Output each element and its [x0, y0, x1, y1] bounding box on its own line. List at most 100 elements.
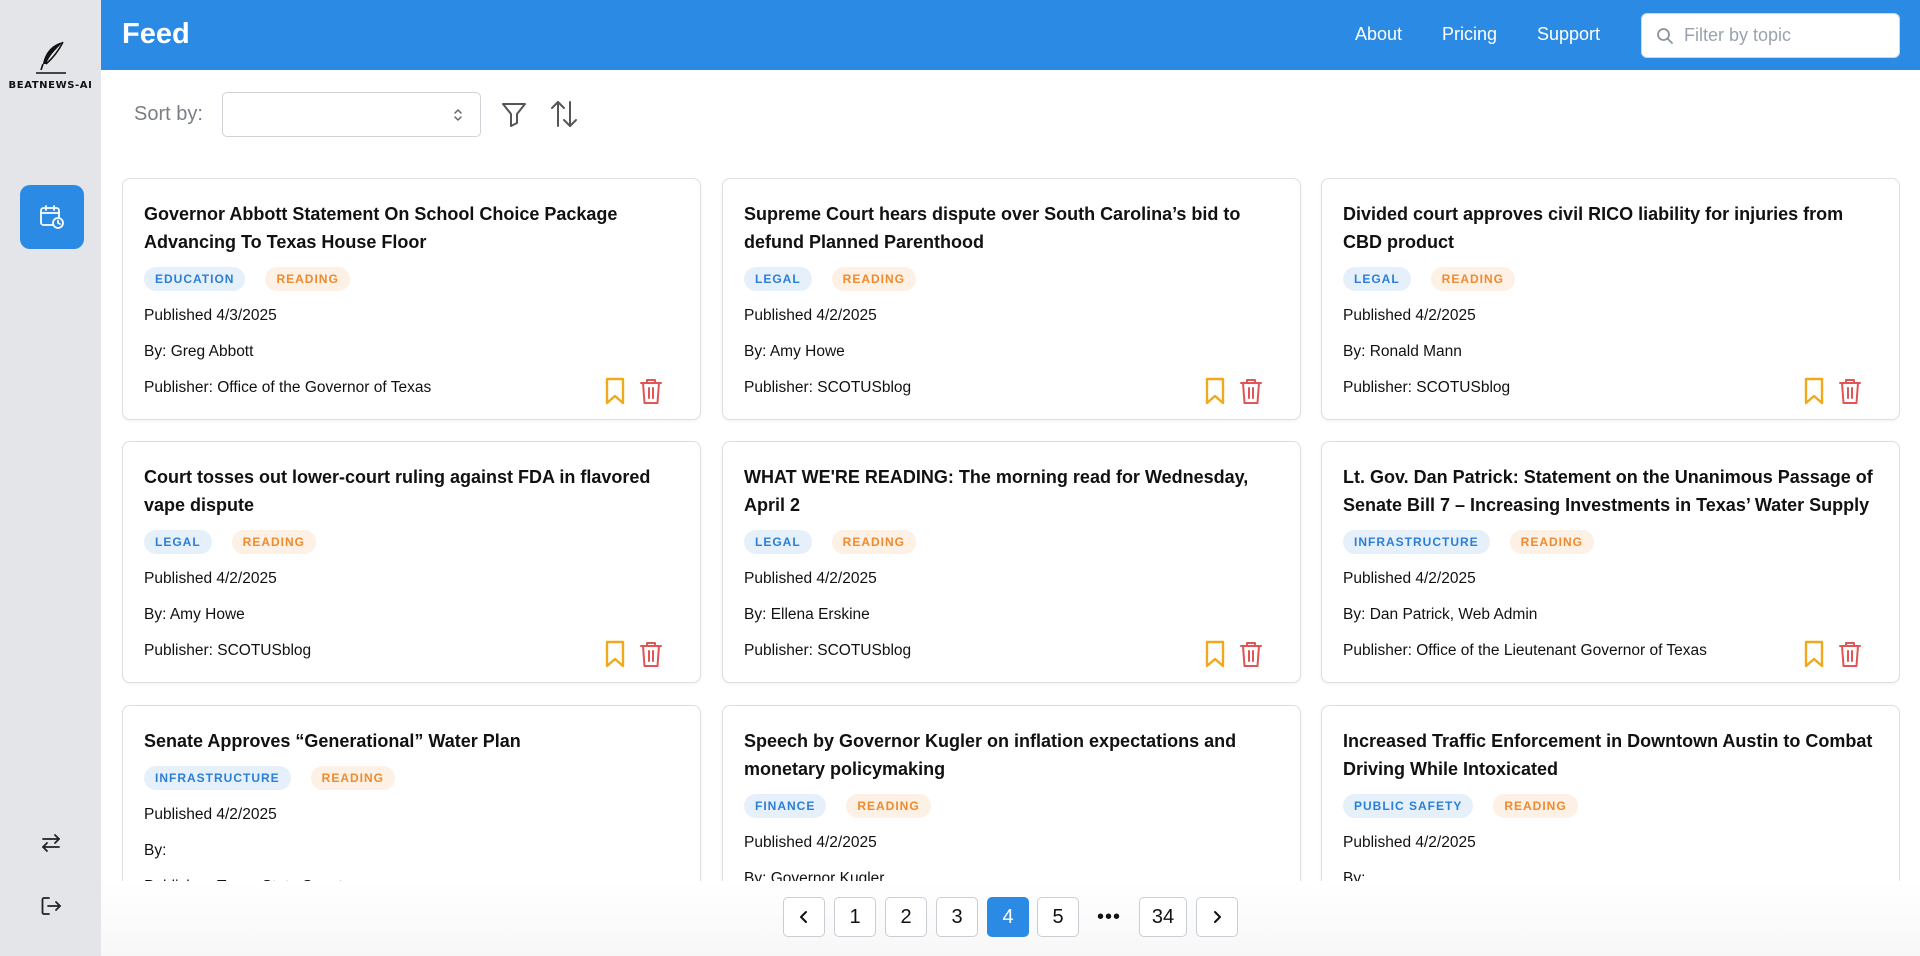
bookmark-icon: [605, 377, 625, 405]
app-logo[interactable]: BEATNEWS-AI: [0, 40, 101, 91]
next-page-button[interactable]: [1196, 897, 1238, 937]
prev-page-button[interactable]: [783, 897, 825, 937]
select-chevron-icon: [454, 109, 462, 121]
search-icon: [1657, 27, 1673, 44]
trash-icon: [1839, 642, 1861, 667]
card-published: Published 4/2/2025: [1343, 570, 1476, 587]
status-badge[interactable]: READING: [831, 267, 917, 291]
card-title[interactable]: Divided court approves civil RICO liabil…: [1343, 200, 1883, 256]
feed-card[interactable]: Lt. Gov. Dan Patrick: Statement on the U…: [1321, 441, 1900, 683]
bookmark-button[interactable]: [602, 377, 628, 405]
card-publisher: Publisher: Office of the Lieutenant Gove…: [1343, 642, 1707, 659]
category-badge[interactable]: LEGAL: [1343, 267, 1411, 291]
sidebar: BEATNEWS-AI: [0, 0, 101, 956]
feed-card[interactable]: Court tosses out lower-court ruling agai…: [122, 441, 701, 683]
quill-icon: [35, 41, 66, 74]
sidebar-item-logout[interactable]: [36, 891, 66, 921]
card-title[interactable]: Governor Abbott Statement On School Choi…: [144, 200, 684, 256]
filter-button[interactable]: [496, 96, 532, 132]
feed-card[interactable]: Increased Traffic Enforcement in Downtow…: [1321, 705, 1900, 881]
feed-card[interactable]: Governor Abbott Statement On School Choi…: [122, 178, 701, 420]
card-tags: LEGAL READING: [744, 267, 917, 291]
card-actions: [602, 640, 664, 668]
category-badge[interactable]: FINANCE: [744, 794, 827, 818]
card-published: Published 4/2/2025: [1343, 307, 1476, 324]
bookmark-button[interactable]: [602, 640, 628, 668]
status-badge[interactable]: READING: [310, 766, 396, 790]
page-button-last[interactable]: 34: [1139, 897, 1187, 937]
feed-card[interactable]: Supreme Court hears dispute over South C…: [722, 178, 1301, 420]
top-header: Feed About Pricing Support: [101, 0, 1920, 70]
bookmark-button[interactable]: [1801, 640, 1827, 668]
page-button-4-current[interactable]: 4: [987, 897, 1029, 937]
bookmark-button[interactable]: [1202, 377, 1228, 405]
feed-card[interactable]: Senate Approves “Generational” Water Pla…: [122, 705, 701, 881]
sort-order-button[interactable]: [546, 96, 582, 132]
status-badge[interactable]: READING: [265, 267, 350, 291]
card-actions: [602, 377, 664, 405]
status-badge[interactable]: READING: [831, 530, 917, 554]
page-button-5[interactable]: 5: [1037, 897, 1079, 937]
sidebar-item-feed[interactable]: [20, 185, 84, 249]
search-box[interactable]: [1641, 13, 1900, 58]
sort-select[interactable]: [222, 92, 481, 137]
card-title[interactable]: WHAT WE'RE READING: The morning read for…: [744, 463, 1284, 519]
card-actions: [1202, 377, 1264, 405]
delete-button[interactable]: [638, 640, 664, 668]
card-tags: INFRASTRUCTURE READING: [144, 766, 396, 790]
category-badge[interactable]: LEGAL: [744, 267, 812, 291]
sort-label: Sort by:: [134, 103, 203, 125]
category-badge[interactable]: PUBLIC SAFETY: [1343, 794, 1474, 818]
delete-button[interactable]: [1837, 640, 1863, 668]
nav-support[interactable]: Support: [1537, 24, 1600, 45]
card-title[interactable]: Speech by Governor Kugler on inflation e…: [744, 727, 1284, 783]
sidebar-item-switch[interactable]: [36, 828, 66, 858]
category-badge[interactable]: INFRASTRUCTURE: [1343, 530, 1490, 554]
card-title[interactable]: Increased Traffic Enforcement in Downtow…: [1343, 727, 1883, 783]
feed-card[interactable]: Speech by Governor Kugler on inflation e…: [722, 705, 1301, 881]
chevron-right-icon: [1214, 911, 1221, 923]
bookmark-icon: [605, 640, 625, 668]
card-title[interactable]: Supreme Court hears dispute over South C…: [744, 200, 1284, 256]
feed-card[interactable]: WHAT WE'RE READING: The morning read for…: [722, 441, 1301, 683]
card-author: By: Ronald Mann: [1343, 343, 1462, 360]
card-author: By: Greg Abbott: [144, 343, 254, 360]
delete-button[interactable]: [1238, 377, 1264, 405]
status-badge[interactable]: READING: [1430, 267, 1516, 291]
category-badge[interactable]: EDUCATION: [144, 267, 246, 291]
category-badge[interactable]: INFRASTRUCTURE: [144, 766, 291, 790]
sort-arrows-icon: [551, 101, 577, 127]
bookmark-button[interactable]: [1202, 640, 1228, 668]
card-title[interactable]: Court tosses out lower-court ruling agai…: [144, 463, 684, 519]
feed-card[interactable]: Divided court approves civil RICO liabil…: [1321, 178, 1900, 420]
status-badge[interactable]: READING: [1493, 794, 1578, 818]
card-publisher: Publisher: Texas State Senate: [144, 878, 351, 881]
category-badge[interactable]: LEGAL: [144, 530, 212, 554]
card-published: Published 4/3/2025: [144, 307, 277, 324]
page-button-1[interactable]: 1: [834, 897, 876, 937]
delete-button[interactable]: [1837, 377, 1863, 405]
trash-icon: [1839, 379, 1861, 404]
page-button-3[interactable]: 3: [936, 897, 978, 937]
card-published: Published 4/2/2025: [744, 570, 877, 587]
card-title[interactable]: Lt. Gov. Dan Patrick: Statement on the U…: [1343, 463, 1883, 519]
delete-button[interactable]: [1238, 640, 1264, 668]
trash-icon: [1240, 379, 1262, 404]
card-actions: [1801, 640, 1863, 668]
bookmark-icon: [1804, 377, 1824, 405]
delete-button[interactable]: [638, 377, 664, 405]
card-tags: LEGAL READING: [1343, 267, 1516, 291]
status-badge[interactable]: READING: [1509, 530, 1595, 554]
search-input[interactable]: [1684, 25, 1884, 46]
page-button-2[interactable]: 2: [885, 897, 927, 937]
status-badge[interactable]: READING: [231, 530, 317, 554]
nav-pricing[interactable]: Pricing: [1442, 24, 1497, 45]
nav-about[interactable]: About: [1355, 24, 1402, 45]
bookmark-icon: [1205, 640, 1225, 668]
bookmark-button[interactable]: [1801, 377, 1827, 405]
card-title[interactable]: Senate Approves “Generational” Water Pla…: [144, 727, 684, 755]
logout-icon: [41, 897, 61, 915]
status-badge[interactable]: READING: [846, 794, 931, 818]
bookmark-icon: [1205, 377, 1225, 405]
category-badge[interactable]: LEGAL: [744, 530, 812, 554]
